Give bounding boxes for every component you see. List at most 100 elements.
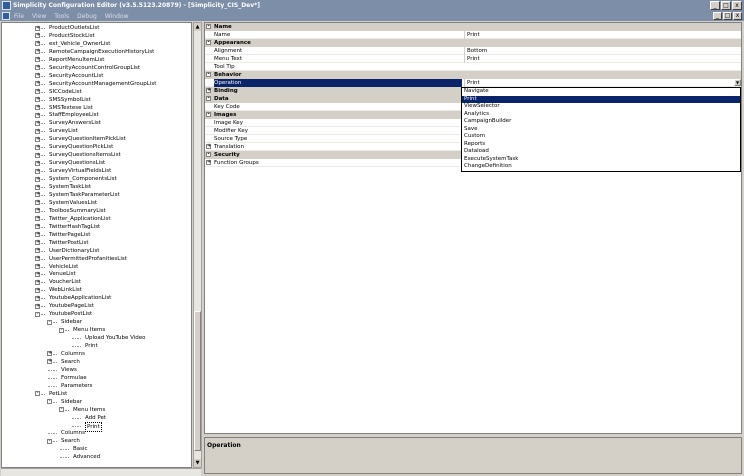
property-row[interactable]: Operation Print ▼ bbox=[205, 79, 741, 87]
operation-dropdown-list[interactable]: Navigate Print ViewSelector Analytics Campai… bbox=[461, 87, 741, 172]
property-value[interactable]: Print bbox=[464, 79, 741, 87]
expand-icon[interactable]: + bbox=[35, 200, 40, 206]
collapse-icon[interactable]: - bbox=[206, 24, 211, 29]
expand-icon[interactable]: + bbox=[35, 264, 40, 269]
doc-minimize-button[interactable]: _ bbox=[713, 12, 722, 20]
dropdown-option[interactable]: Print bbox=[462, 95, 740, 103]
collapse-icon[interactable]: - bbox=[206, 112, 211, 117]
dropdown-option[interactable]: Reports bbox=[462, 141, 740, 149]
property-value[interactable]: Print bbox=[464, 55, 741, 63]
expand-icon[interactable]: + bbox=[35, 224, 40, 230]
property-value[interactable]: Print bbox=[464, 31, 741, 39]
expand-icon[interactable]: + bbox=[35, 216, 40, 222]
dropdown-option[interactable]: Navigate bbox=[462, 88, 740, 96]
expand-icon[interactable]: + bbox=[35, 41, 40, 47]
document-icon[interactable] bbox=[2, 12, 10, 20]
menu-tools[interactable]: Tools bbox=[54, 13, 69, 20]
dropdown-option[interactable]: Analytics bbox=[462, 111, 740, 119]
doc-close-button[interactable]: x bbox=[733, 12, 742, 20]
expand-icon[interactable]: + bbox=[35, 128, 40, 134]
menu-file[interactable]: File bbox=[14, 13, 24, 20]
expand-icon[interactable]: + bbox=[35, 73, 40, 79]
dropdown-option[interactable]: ExecuteSystemTask bbox=[462, 156, 740, 164]
collapse-icon[interactable]: - bbox=[47, 438, 52, 444]
expand-icon[interactable]: + bbox=[35, 89, 40, 95]
dropdown-option[interactable]: ChangeDefinition bbox=[462, 163, 740, 171]
expand-icon[interactable]: + bbox=[35, 160, 40, 166]
menu-debug[interactable]: Debug bbox=[77, 13, 97, 20]
expand-icon[interactable]: + bbox=[35, 57, 40, 63]
expand-icon[interactable]: + bbox=[206, 88, 211, 93]
property-category[interactable]: - Appearance bbox=[205, 39, 741, 47]
expand-icon[interactable]: + bbox=[35, 271, 40, 277]
dropdown-option[interactable]: ViewSelector bbox=[462, 103, 740, 111]
expand-icon[interactable]: + bbox=[35, 295, 40, 301]
property-row[interactable]: Tool Tip bbox=[205, 63, 741, 71]
expand-icon[interactable]: + bbox=[35, 184, 40, 190]
property-category[interactable]: - Name bbox=[205, 23, 741, 31]
menu-view[interactable]: View bbox=[32, 13, 46, 20]
expand-icon[interactable]: + bbox=[35, 49, 40, 55]
collapse-icon[interactable]: - bbox=[47, 399, 52, 405]
property-row[interactable]: Alignment Bottom bbox=[205, 47, 741, 55]
property-grid[interactable]: - Name Name Print - Appearance Alignment Bottom… bbox=[204, 22, 742, 434]
expand-icon[interactable]: + bbox=[206, 144, 211, 149]
collapse-icon[interactable]: - bbox=[35, 391, 40, 397]
collapse-icon[interactable]: - bbox=[47, 319, 52, 325]
expand-icon[interactable]: + bbox=[47, 359, 52, 365]
expand-icon[interactable]: + bbox=[47, 351, 52, 357]
property-row[interactable]: Name Print bbox=[205, 31, 741, 39]
expand-icon[interactable]: + bbox=[35, 144, 40, 150]
dropdown-option[interactable]: Custom bbox=[462, 133, 740, 141]
expand-icon[interactable]: + bbox=[35, 136, 40, 142]
scroll-thumb[interactable] bbox=[194, 311, 201, 451]
menu-window[interactable]: Window bbox=[105, 13, 129, 20]
expand-icon[interactable]: + bbox=[35, 105, 40, 110]
collapse-icon[interactable]: - bbox=[59, 327, 64, 333]
dropdown-option[interactable]: CampaignBuilder bbox=[462, 118, 740, 126]
expand-icon[interactable]: + bbox=[35, 303, 40, 309]
tree-item-label: SMSTextese List bbox=[49, 104, 93, 111]
expand-icon[interactable]: + bbox=[35, 176, 40, 182]
expand-icon[interactable]: + bbox=[35, 248, 40, 254]
expand-icon[interactable]: + bbox=[35, 232, 40, 238]
collapse-icon[interactable]: - bbox=[206, 40, 211, 45]
collapse-icon[interactable]: - bbox=[59, 407, 64, 413]
collapse-icon[interactable]: - bbox=[206, 96, 211, 101]
expand-icon[interactable]: + bbox=[35, 120, 40, 126]
close-button[interactable]: x bbox=[732, 1, 742, 10]
maximize-button[interactable]: □ bbox=[721, 1, 731, 10]
tree-vertical-scrollbar[interactable]: ▲ ▼ bbox=[193, 22, 202, 468]
expand-icon[interactable]: + bbox=[35, 240, 40, 246]
expand-icon[interactable]: + bbox=[35, 33, 40, 39]
collapse-icon[interactable]: - bbox=[206, 152, 211, 157]
scroll-up-arrow-icon[interactable]: ▲ bbox=[194, 23, 201, 31]
property-value[interactable]: Bottom bbox=[464, 47, 741, 55]
expand-icon[interactable]: + bbox=[206, 160, 211, 165]
property-category[interactable]: - Behavior bbox=[205, 71, 741, 79]
configuration-tree[interactable]: + ProductOutletsList + ProductStockList + ext… bbox=[1, 22, 192, 468]
expand-icon[interactable]: + bbox=[35, 112, 40, 118]
expand-icon[interactable]: + bbox=[35, 192, 40, 198]
expand-icon[interactable]: + bbox=[35, 152, 40, 158]
expand-icon[interactable]: + bbox=[35, 25, 40, 31]
scroll-down-arrow-icon[interactable]: ▼ bbox=[194, 459, 201, 467]
expand-icon[interactable]: + bbox=[35, 279, 40, 285]
expand-icon[interactable]: + bbox=[35, 65, 40, 71]
property-row[interactable]: Menu Text Print bbox=[205, 55, 741, 63]
collapse-icon[interactable]: - bbox=[35, 311, 40, 317]
expand-icon[interactable]: + bbox=[35, 287, 40, 293]
expand-icon[interactable]: + bbox=[35, 208, 40, 214]
expand-icon[interactable]: + bbox=[35, 97, 40, 103]
dropdown-arrow-icon[interactable]: ▼ bbox=[734, 79, 741, 86]
expand-icon[interactable]: + bbox=[35, 256, 40, 262]
expand-icon[interactable]: + bbox=[35, 168, 40, 174]
doc-restore-button[interactable]: □ bbox=[723, 12, 732, 20]
dropdown-option[interactable]: Dataload bbox=[462, 148, 740, 156]
dropdown-option[interactable]: Save bbox=[462, 126, 740, 134]
minimize-button[interactable]: _ bbox=[710, 1, 720, 10]
collapse-icon[interactable]: - bbox=[206, 72, 211, 77]
tree-connector bbox=[41, 393, 45, 395]
expand-icon[interactable]: + bbox=[35, 81, 40, 87]
window-title: Simplicity Configuration Editor (v3.5.51… bbox=[13, 2, 261, 9]
